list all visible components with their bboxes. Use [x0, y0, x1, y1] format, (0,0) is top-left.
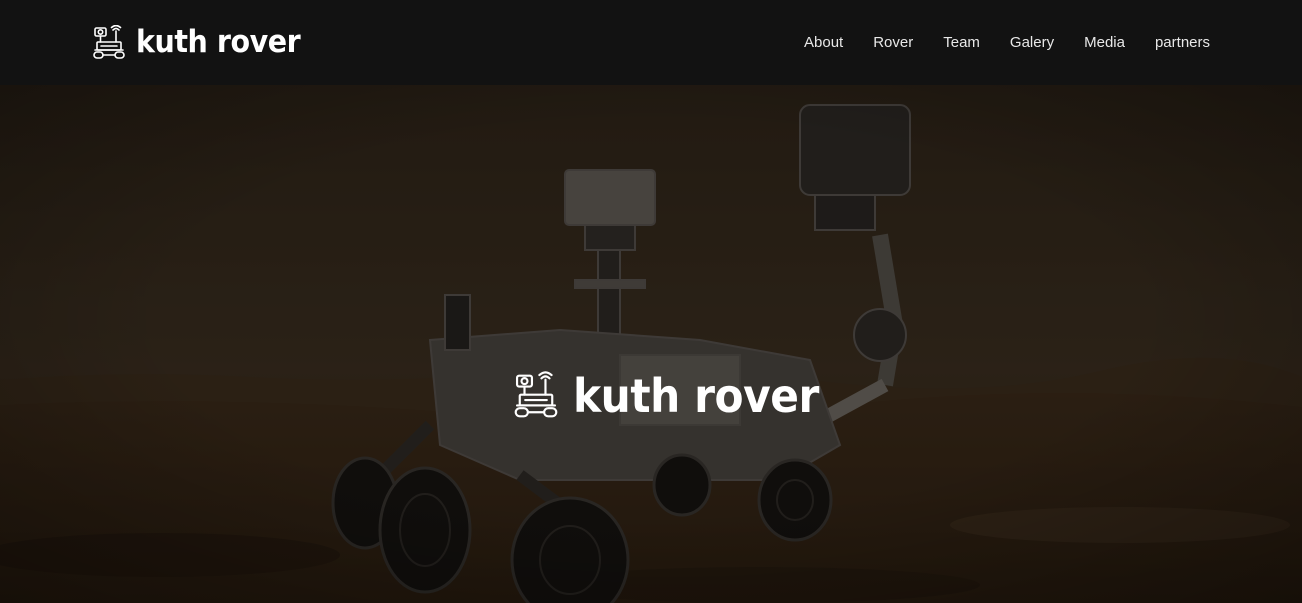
nav-link-media[interactable]: Media: [1084, 34, 1125, 51]
main-nav: About Rover Team Galery Media partners: [804, 34, 1210, 52]
nav-link-about[interactable]: About: [804, 34, 843, 51]
hero-brand-lockup: kuth rover: [513, 371, 840, 421]
nav-link-rover[interactable]: Rover: [873, 34, 913, 51]
brand-logo-link[interactable]: kuth rover: [92, 24, 314, 61]
navbar: kuth rover About Rover Team Galery Media…: [0, 0, 1302, 85]
hero-section: kuth rover: [0, 85, 1302, 603]
nav-item-media: Media: [1084, 34, 1125, 52]
hero-brand: kuth rover: [0, 85, 1302, 603]
nav-link-partners[interactable]: partners: [1155, 34, 1210, 51]
nav-list: About Rover Team Galery Media partners: [804, 34, 1210, 52]
rover-robot-icon: [514, 371, 558, 418]
nav-link-galery[interactable]: Galery: [1010, 34, 1054, 51]
nav-link-team[interactable]: Team: [943, 34, 980, 51]
nav-item-about: About: [804, 34, 843, 52]
hero-brand-name: kuth rover: [573, 369, 820, 423]
nav-item-team: Team: [943, 34, 980, 52]
nav-item-galery: Galery: [1010, 34, 1054, 52]
brand-name: kuth rover: [136, 24, 301, 60]
rover-robot-icon: [93, 24, 125, 59]
nav-item-rover: Rover: [873, 34, 913, 52]
nav-item-partners: partners: [1155, 34, 1210, 52]
